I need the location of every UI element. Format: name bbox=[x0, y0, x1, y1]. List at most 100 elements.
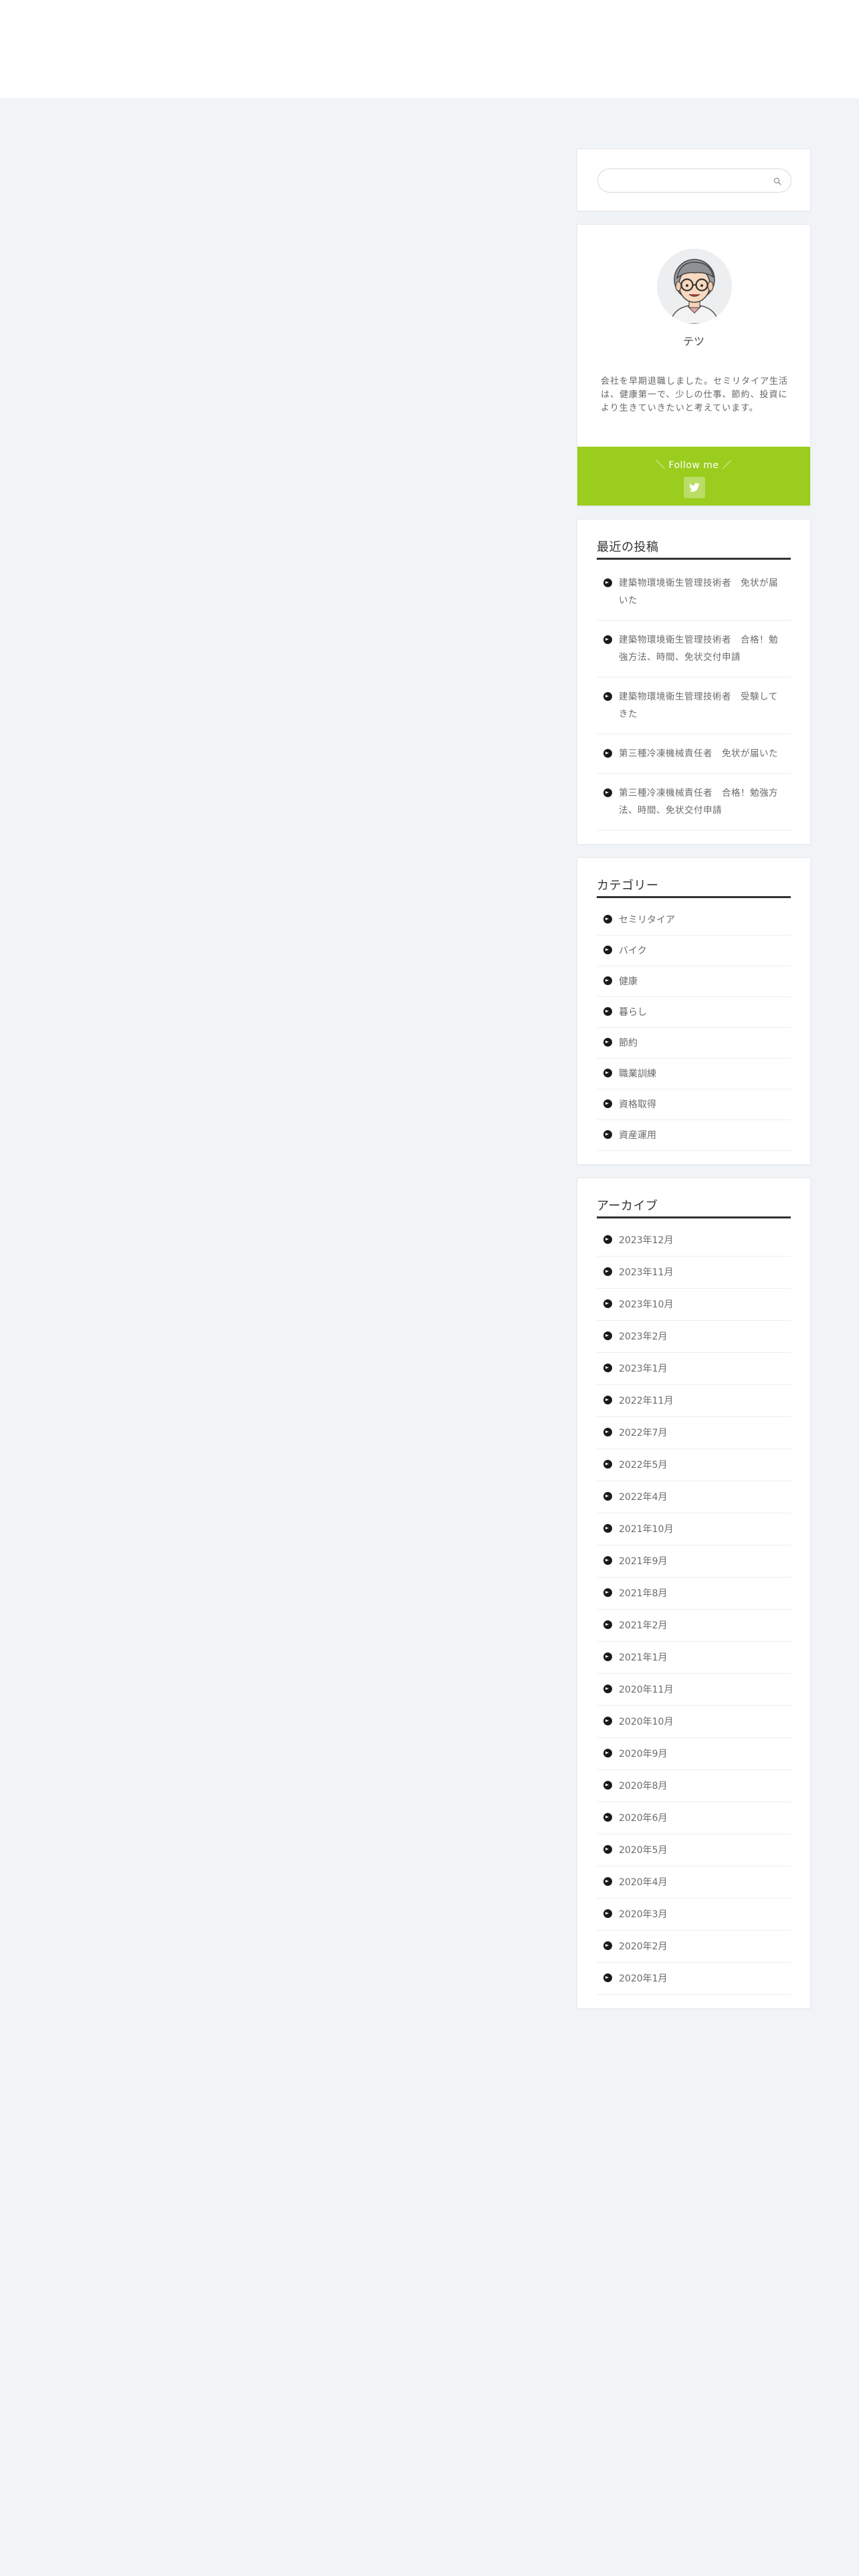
chevron-right-circle-icon bbox=[603, 1038, 612, 1047]
chevron-right-circle-icon bbox=[603, 1877, 612, 1886]
category-item[interactable]: 暮らし bbox=[597, 997, 791, 1028]
archive-link[interactable]: 2021年9月 bbox=[619, 1554, 668, 1568]
archive-link[interactable]: 2023年11月 bbox=[619, 1265, 673, 1279]
archive-item[interactable]: 2023年12月 bbox=[597, 1233, 791, 1257]
archive-item[interactable]: 2020年8月 bbox=[597, 1770, 791, 1802]
archive-item[interactable]: 2021年10月 bbox=[597, 1513, 791, 1545]
chevron-right-circle-icon bbox=[603, 1331, 612, 1340]
archive-link[interactable]: 2022年5月 bbox=[619, 1458, 668, 1471]
archive-link[interactable]: 2021年2月 bbox=[619, 1618, 668, 1632]
chevron-right-circle-icon bbox=[603, 1556, 612, 1565]
category-item[interactable]: 職業訓練 bbox=[597, 1059, 791, 1089]
category-item[interactable]: セミリタイア bbox=[597, 913, 791, 936]
categories-title: カテゴリー bbox=[597, 876, 791, 898]
archive-link[interactable]: 2020年9月 bbox=[619, 1747, 668, 1760]
recent-post-item[interactable]: 第三種冷凍機械責任者 免状が届いた bbox=[597, 734, 791, 774]
archive-link[interactable]: 2020年2月 bbox=[619, 1939, 668, 1953]
recent-post-link[interactable]: 建築物環境衛生管理技術者 受験してきた bbox=[619, 688, 784, 723]
archive-link[interactable]: 2020年4月 bbox=[619, 1875, 668, 1889]
category-item[interactable]: バイク bbox=[597, 936, 791, 966]
recent-post-link[interactable]: 第三種冷凍機械責任者 合格！勉強方法、時間、免状交付申請 bbox=[619, 784, 784, 819]
archive-item[interactable]: 2022年7月 bbox=[597, 1417, 791, 1449]
category-link[interactable]: 健康 bbox=[619, 974, 638, 988]
archive-item[interactable]: 2023年1月 bbox=[597, 1353, 791, 1385]
avatar-illustration bbox=[657, 249, 732, 324]
archive-item[interactable]: 2020年10月 bbox=[597, 1706, 791, 1738]
archive-link[interactable]: 2020年5月 bbox=[619, 1843, 668, 1856]
archive-item[interactable]: 2020年11月 bbox=[597, 1674, 791, 1706]
chevron-right-circle-icon bbox=[603, 788, 612, 797]
chevron-right-circle-icon bbox=[603, 1099, 612, 1108]
archive-link[interactable]: 2022年4月 bbox=[619, 1490, 668, 1503]
category-item[interactable]: 資産運用 bbox=[597, 1120, 791, 1151]
recent-post-item[interactable]: 建築物環境衛生管理技術者 合格！勉強方法、時間、免状交付申請 bbox=[597, 621, 791, 677]
recent-post-link[interactable]: 建築物環境衛生管理技術者 合格！勉強方法、時間、免状交付申請 bbox=[619, 631, 784, 666]
archive-link[interactable]: 2023年10月 bbox=[619, 1297, 673, 1311]
archive-link[interactable]: 2022年11月 bbox=[619, 1394, 673, 1407]
archive-link[interactable]: 2020年6月 bbox=[619, 1811, 668, 1824]
archive-item[interactable]: 2022年4月 bbox=[597, 1481, 791, 1513]
archive-link[interactable]: 2020年3月 bbox=[619, 1907, 668, 1921]
archive-link[interactable]: 2021年1月 bbox=[619, 1650, 668, 1664]
chevron-right-circle-icon bbox=[603, 1460, 612, 1469]
category-item[interactable]: 健康 bbox=[597, 966, 791, 997]
archive-link[interactable]: 2021年8月 bbox=[619, 1586, 668, 1600]
recent-post-link[interactable]: 建築物環境衛生管理技術者 免状が届いた bbox=[619, 574, 784, 609]
archive-item[interactable]: 2021年9月 bbox=[597, 1545, 791, 1578]
category-link[interactable]: 資格取得 bbox=[619, 1097, 656, 1111]
archive-link[interactable]: 2020年8月 bbox=[619, 1779, 668, 1792]
recent-post-item[interactable]: 建築物環境衛生管理技術者 免状が届いた bbox=[597, 574, 791, 621]
archive-link[interactable]: 2022年7月 bbox=[619, 1426, 668, 1439]
category-link[interactable]: 暮らし bbox=[619, 1005, 647, 1018]
chevron-right-circle-icon bbox=[603, 1909, 612, 1918]
chevron-right-circle-icon bbox=[603, 1652, 612, 1661]
archive-link[interactable]: 2023年1月 bbox=[619, 1362, 668, 1375]
archive-item[interactable]: 2020年6月 bbox=[597, 1802, 791, 1834]
archive-item[interactable]: 2021年1月 bbox=[597, 1642, 791, 1674]
recent-post-item[interactable]: 第三種冷凍機械責任者 合格！勉強方法、時間、免状交付申請 bbox=[597, 774, 791, 831]
archive-item[interactable]: 2020年1月 bbox=[597, 1963, 791, 1995]
category-link[interactable]: 職業訓練 bbox=[619, 1067, 656, 1080]
archive-item[interactable]: 2023年11月 bbox=[597, 1257, 791, 1289]
archive-link[interactable]: 2023年2月 bbox=[619, 1329, 668, 1343]
archive-item[interactable]: 2023年2月 bbox=[597, 1321, 791, 1353]
search-input[interactable] bbox=[598, 169, 791, 192]
archive-item[interactable]: 2021年2月 bbox=[597, 1610, 791, 1642]
chevron-right-circle-icon bbox=[603, 915, 612, 924]
follow-section: ＼ Follow me ／ bbox=[577, 447, 810, 506]
archive-item[interactable]: 2022年5月 bbox=[597, 1449, 791, 1481]
recent-post-item[interactable]: 建築物環境衛生管理技術者 受験してきた bbox=[597, 677, 791, 734]
twitter-icon[interactable] bbox=[684, 477, 705, 498]
category-link[interactable]: セミリタイア bbox=[619, 913, 675, 926]
chevron-right-circle-icon bbox=[603, 1235, 612, 1244]
chevron-right-circle-icon bbox=[603, 1069, 612, 1077]
archive-item[interactable]: 2021年8月 bbox=[597, 1578, 791, 1610]
chevron-right-circle-icon bbox=[603, 1428, 612, 1436]
archive-link[interactable]: 2021年10月 bbox=[619, 1522, 673, 1535]
category-link[interactable]: 資産運用 bbox=[619, 1128, 656, 1142]
archive-link[interactable]: 2023年12月 bbox=[619, 1233, 673, 1247]
archive-link[interactable]: 2020年11月 bbox=[619, 1683, 673, 1696]
archive-item[interactable]: 2020年3月 bbox=[597, 1899, 791, 1931]
category-link[interactable]: 節約 bbox=[619, 1036, 638, 1049]
archive-item[interactable]: 2020年4月 bbox=[597, 1866, 791, 1899]
archive-item[interactable]: 2022年11月 bbox=[597, 1385, 791, 1417]
chevron-right-circle-icon bbox=[603, 946, 612, 954]
archive-item[interactable]: 2023年10月 bbox=[597, 1289, 791, 1321]
recent-posts-widget: 最近の投稿 建築物環境衛生管理技術者 免状が届いた 建築物環境衛生管理技術者 合… bbox=[577, 519, 811, 845]
category-link[interactable]: バイク bbox=[619, 944, 647, 957]
search-widget bbox=[577, 148, 811, 211]
archive-item[interactable]: 2020年5月 bbox=[597, 1834, 791, 1866]
chevron-right-circle-icon bbox=[603, 1396, 612, 1404]
archive-link[interactable]: 2020年10月 bbox=[619, 1715, 673, 1728]
recent-post-link[interactable]: 第三種冷凍機械責任者 免状が届いた bbox=[619, 745, 778, 762]
category-item[interactable]: 節約 bbox=[597, 1028, 791, 1059]
chevron-right-circle-icon bbox=[603, 578, 612, 587]
chevron-right-circle-icon bbox=[603, 1524, 612, 1533]
archive-link[interactable]: 2020年1月 bbox=[619, 1971, 668, 1985]
category-item[interactable]: 資格取得 bbox=[597, 1089, 791, 1120]
search-icon[interactable] bbox=[772, 176, 783, 187]
chevron-right-circle-icon bbox=[603, 749, 612, 758]
archive-item[interactable]: 2020年2月 bbox=[597, 1931, 791, 1963]
archive-item[interactable]: 2020年9月 bbox=[597, 1738, 791, 1770]
